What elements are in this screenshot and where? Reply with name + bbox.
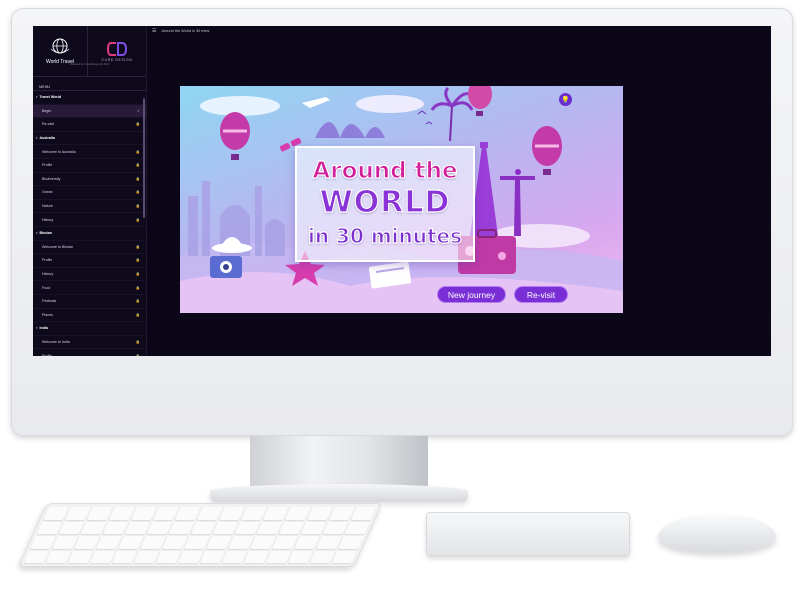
- sidebar: World Travel CURE DESIGN Powered by Curv…: [33, 26, 147, 356]
- sidebar-section[interactable]: ▾ Australia: [33, 132, 146, 146]
- sidebar-item[interactable]: Nature 🔒: [33, 200, 146, 214]
- mouse: [658, 514, 776, 552]
- trackpad: [426, 512, 630, 556]
- lock-icon: 🔒: [135, 272, 140, 277]
- hamburger-icon[interactable]: ☰: [152, 28, 156, 34]
- lock-icon: 🔒: [135, 190, 140, 195]
- sidebar-item-label: Profile: [42, 258, 53, 263]
- lock-icon: 🔒: [135, 312, 140, 317]
- sidebar-item-label: Re-visit: [42, 122, 54, 127]
- sidebar-item-label: Ocean: [42, 190, 53, 195]
- sidebar-item-label: Profile: [42, 163, 53, 168]
- brand-cd-icon: [107, 41, 127, 56]
- sidebar-item-label: Nature: [42, 204, 53, 209]
- sidebar-item-label: Bhutan: [39, 231, 52, 236]
- sidebar-menu: ▾ Travel World Begin ✓ Re-visit 🔒 ▾ Australia We…: [33, 91, 146, 356]
- sidebar-item[interactable]: Food 🔒: [33, 281, 146, 295]
- sidebar-item-label: Australia: [39, 136, 55, 141]
- sidebar-item-label: India: [39, 326, 48, 331]
- hero-title-line-3: in 30 minutes: [307, 223, 463, 248]
- sidebar-item-label: Places: [42, 312, 53, 317]
- topbar: ☰ Around the World in 30 mins: [146, 26, 771, 36]
- caret-down-icon[interactable]: ▾: [36, 326, 38, 330]
- app-logo[interactable]: World Travel: [33, 26, 88, 76]
- sidebar-item-label: Welcome to India: [42, 339, 70, 344]
- hero-banner: Around the WORLD in 30 minutes: [180, 86, 623, 313]
- sidebar-item[interactable]: History 🔒: [33, 213, 146, 227]
- sidebar-item-label: Welcome to Bhutan: [42, 244, 74, 249]
- lock-icon: 🔒: [135, 244, 140, 249]
- revisit-button[interactable]: Re-visit: [514, 286, 568, 303]
- lock-icon: 🔒: [135, 176, 140, 181]
- keyboard: [18, 503, 383, 567]
- caret-down-icon[interactable]: ▾: [36, 95, 38, 99]
- lock-icon: 🔒: [135, 299, 140, 304]
- lock-icon: 🔒: [135, 122, 140, 127]
- hero-title-card: Around the WORLD in 30 minutes: [295, 146, 475, 262]
- sidebar-item-label: Begin: [42, 108, 52, 113]
- sidebar-item[interactable]: Biodiversity 🔒: [33, 173, 146, 187]
- lock-icon: 🔒: [135, 339, 140, 344]
- caret-down-icon[interactable]: ▾: [36, 136, 38, 140]
- hot-air-balloon: [220, 112, 250, 160]
- lock-icon: 🔒: [135, 163, 140, 168]
- sidebar-item-label: Welcome to Australia: [42, 149, 76, 154]
- menu-label: MENU: [33, 77, 146, 91]
- sidebar-section[interactable]: ▾ Travel World: [33, 91, 146, 105]
- sidebar-item[interactable]: Begin ✓: [33, 104, 146, 119]
- lock-icon: 🔒: [135, 285, 140, 290]
- lock-icon: 🔒: [135, 353, 140, 356]
- keyboard-key: [351, 507, 377, 520]
- caret-down-icon[interactable]: ▾: [36, 231, 38, 235]
- sidebar-item[interactable]: Ocean 🔒: [33, 186, 146, 200]
- sidebar-item-label: Festivals: [42, 299, 57, 304]
- lightbulb-icon[interactable]: 💡: [559, 93, 572, 106]
- new-journey-button[interactable]: New journey: [437, 286, 506, 303]
- sidebar-item-label: Profile: [42, 353, 53, 356]
- monitor-stand: [250, 436, 428, 491]
- sidebar-item-label: Biodiversity: [42, 176, 61, 181]
- globe-icon: [50, 38, 70, 54]
- sidebar-item[interactable]: History 🔒: [33, 268, 146, 282]
- sidebar-section[interactable]: ▾ India: [33, 322, 146, 336]
- hero-title-line-1: Around the: [312, 157, 458, 184]
- keyboard-key: [331, 550, 358, 563]
- check-icon: ✓: [136, 108, 140, 113]
- keyboard-key: [344, 521, 371, 534]
- sidebar-section[interactable]: ▾ Bhutan: [33, 227, 146, 241]
- lock-icon: 🔒: [135, 258, 140, 263]
- lock-icon: 🔒: [135, 217, 140, 222]
- sidebar-item[interactable]: Profile 🔒: [33, 159, 146, 173]
- lock-icon: 🔒: [135, 149, 140, 154]
- keyboard-key: [338, 536, 364, 549]
- sidebar-item-label: History: [42, 272, 54, 277]
- brand-logo: CURE DESIGN: [88, 26, 146, 76]
- logo-row: World Travel CURE DESIGN: [33, 26, 146, 77]
- sidebar-item[interactable]: Festivals 🔒: [33, 295, 146, 309]
- sidebar-item[interactable]: Re-visit 🔒: [33, 118, 146, 132]
- hero-title-line-2: WORLD: [319, 184, 451, 220]
- sidebar-item[interactable]: Profile 🔒: [33, 349, 146, 356]
- sidebar-scrollbar[interactable]: [143, 98, 145, 218]
- sidebar-item[interactable]: Places 🔒: [33, 309, 146, 323]
- sidebar-item-label: History: [42, 217, 54, 222]
- page-title: Around the World in 30 mins: [161, 29, 210, 33]
- sidebar-item[interactable]: Welcome to Bhutan 🔒: [33, 241, 146, 255]
- sidebar-item-label: Food: [42, 285, 51, 290]
- sidebar-item[interactable]: Profile 🔒: [33, 254, 146, 268]
- sidebar-item-label: Travel World: [39, 95, 62, 100]
- monitor-stand-base: [210, 484, 468, 502]
- powered-by: Powered by CurveDesign @ 2021: [69, 63, 110, 66]
- lock-icon: 🔒: [135, 204, 140, 209]
- sidebar-item[interactable]: Welcome to India 🔒: [33, 336, 146, 350]
- sidebar-item[interactable]: Welcome to Australia 🔒: [33, 145, 146, 159]
- brand-name: CURE DESIGN: [101, 57, 133, 62]
